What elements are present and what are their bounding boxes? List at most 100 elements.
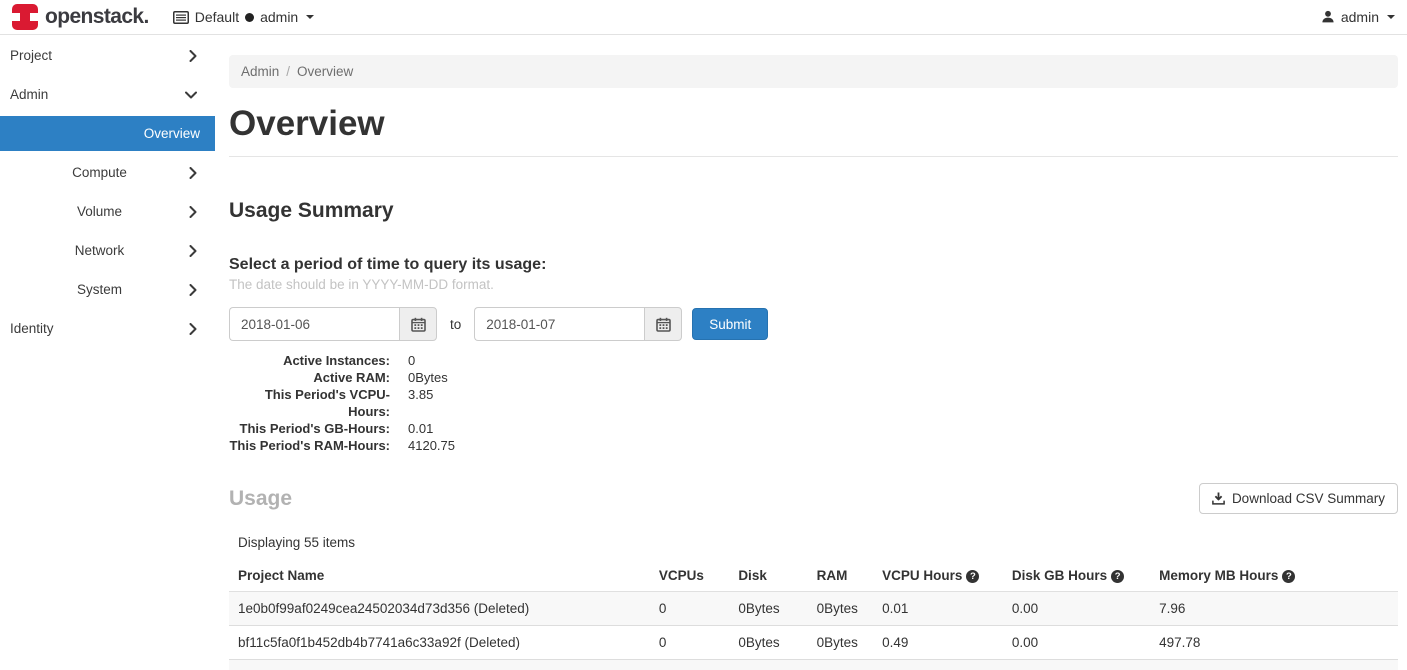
cell-vcpus: 0 — [650, 660, 729, 670]
brand-text: openstack. — [45, 5, 149, 29]
sidebar-item-project[interactable]: Project — [0, 36, 215, 75]
chevron-right-icon — [189, 323, 197, 335]
sidebar-item-system[interactable]: System — [0, 270, 215, 309]
usage-heading: Usage — [229, 487, 292, 511]
calendar-icon[interactable] — [399, 307, 437, 341]
download-csv-label: Download CSV Summary — [1232, 491, 1385, 506]
column-disk[interactable]: Disk — [729, 560, 807, 592]
cell-vcpus: 0 — [650, 626, 729, 660]
chevron-right-icon — [189, 167, 197, 179]
cell-ram: 0Bytes — [808, 592, 873, 626]
items-count: Displaying 55 items — [229, 535, 1398, 550]
table-header-row: Project Name VCPUs Disk RAM VCPU Hours D… — [229, 560, 1398, 592]
stat-active-ram: Active RAM: 0Bytes — [229, 369, 1398, 386]
column-memory-mb-hours[interactable]: Memory MB Hours — [1150, 560, 1398, 592]
cell-vcpu-hours: 0.01 — [873, 592, 1003, 626]
stat-value: 3.85 — [408, 386, 433, 420]
cell-project-name: 1e0b0f99af0249cea24502034d73d356 (Delete… — [229, 592, 650, 626]
user-icon — [1321, 10, 1335, 24]
cell-memory-mb-hours: 497.78 — [1150, 626, 1398, 660]
breadcrumb: Admin/Overview — [229, 55, 1398, 88]
stat-label: This Period's GB-Hours: — [229, 420, 390, 437]
user-name-label: admin — [1341, 9, 1379, 25]
sidebar-item-overview[interactable]: Overview — [0, 116, 215, 151]
question-circle-icon[interactable] — [966, 570, 979, 583]
user-menu[interactable]: admin — [1321, 9, 1395, 25]
brand[interactable]: openstack. — [12, 4, 149, 30]
calendar-icon[interactable] — [644, 307, 682, 341]
table-row: bf11c5fa0f1b452db4b7741a6c33a92f (Delete… — [229, 626, 1398, 660]
column-project-name[interactable]: Project Name — [229, 560, 650, 592]
date-range-form: to Submit — [229, 307, 1398, 341]
sidebar: Project Admin Overview Compute Volume Ne… — [0, 35, 215, 348]
breadcrumb-overview: Overview — [297, 64, 353, 79]
cell-disk: 0Bytes — [729, 626, 807, 660]
stat-label: Active Instances: — [229, 352, 390, 369]
question-circle-icon[interactable] — [1282, 570, 1295, 583]
context-switcher[interactable]: Default admin — [173, 9, 315, 25]
divider — [229, 156, 1398, 157]
question-circle-icon[interactable] — [1111, 570, 1124, 583]
sidebar-item-identity[interactable]: Identity — [0, 309, 215, 348]
date-from-group — [229, 307, 437, 341]
cell-disk: 0Bytes — [729, 660, 807, 670]
chevron-down-icon — [185, 91, 197, 99]
chevron-down-icon — [306, 15, 314, 19]
domain-list-icon — [173, 11, 189, 24]
chevron-right-icon — [189, 284, 197, 296]
cell-disk-gb-hours: 0.00 — [1003, 592, 1150, 626]
date-to-input[interactable] — [474, 307, 644, 341]
stat-gb-hours: This Period's GB-Hours: 0.01 — [229, 420, 1398, 437]
cell-vcpu-hours: 0.49 — [873, 626, 1003, 660]
usage-table: Project Name VCPUs Disk RAM VCPU Hours D… — [229, 560, 1398, 670]
stat-label: Active RAM: — [229, 369, 390, 386]
sidebar-item-network[interactable]: Network — [0, 231, 215, 270]
sidebar-item-label: Overview — [144, 126, 200, 141]
column-ram[interactable]: RAM — [808, 560, 873, 592]
chevron-down-icon — [1387, 15, 1395, 19]
stat-ram-hours: This Period's RAM-Hours: 4120.75 — [229, 437, 1398, 454]
cell-disk-gb-hours: 0.00 — [1003, 660, 1150, 670]
context-domain-label: Default — [195, 9, 239, 25]
sidebar-item-admin[interactable]: Admin — [0, 75, 215, 114]
openstack-logo-icon — [12, 4, 38, 30]
stat-value: 0Bytes — [408, 369, 448, 386]
sidebar-item-volume[interactable]: Volume — [0, 192, 215, 231]
chevron-right-icon — [189, 206, 197, 218]
cell-disk-gb-hours: 0.00 — [1003, 626, 1150, 660]
cell-disk: 0Bytes — [729, 592, 807, 626]
chevron-right-icon — [189, 245, 197, 257]
cell-memory-mb-hours: 110.93 — [1150, 660, 1398, 670]
breadcrumb-admin[interactable]: Admin — [241, 64, 279, 79]
sidebar-item-label: Network — [10, 243, 189, 258]
cell-ram: 0Bytes — [808, 660, 873, 670]
stat-vcpu-hours: This Period's VCPU-Hours: 3.85 — [229, 386, 1398, 420]
cell-memory-mb-hours: 7.96 — [1150, 592, 1398, 626]
column-vcpu-hours[interactable]: VCPU Hours — [873, 560, 1003, 592]
separator-dot-icon — [245, 13, 254, 22]
download-icon — [1212, 492, 1225, 505]
column-disk-gb-hours[interactable]: Disk GB Hours — [1003, 560, 1150, 592]
sidebar-item-label: Admin — [10, 87, 48, 102]
table-row: 1e0b0f99af0249cea24502034d73d356 (Delete… — [229, 592, 1398, 626]
main-content: Admin/Overview Overview Usage Summary Se… — [229, 35, 1398, 670]
sidebar-item-compute[interactable]: Compute — [0, 153, 215, 192]
cell-vcpu-hours: 0.11 — [873, 660, 1003, 670]
sidebar-item-label: Compute — [10, 165, 189, 180]
to-label: to — [450, 317, 461, 332]
cell-ram: 0Bytes — [808, 626, 873, 660]
chevron-right-icon — [189, 50, 197, 62]
sidebar-item-label: Project — [10, 48, 52, 63]
date-format-hint: The date should be in YYYY-MM-DD format. — [229, 277, 1398, 292]
sidebar-item-label: System — [10, 282, 189, 297]
column-vcpus[interactable]: VCPUs — [650, 560, 729, 592]
context-project-label: admin — [260, 9, 298, 25]
date-from-input[interactable] — [229, 307, 399, 341]
download-csv-button[interactable]: Download CSV Summary — [1199, 483, 1398, 514]
topbar: openstack. Default admin admin — [0, 0, 1407, 35]
sidebar-item-label: Volume — [10, 204, 189, 219]
submit-button[interactable]: Submit — [692, 308, 768, 340]
usage-summary-heading: Usage Summary — [229, 199, 1398, 223]
stat-value: 0 — [408, 352, 415, 369]
table-row: ea1f2f357c09465eb6991edf7079efbe (Delete… — [229, 660, 1398, 670]
